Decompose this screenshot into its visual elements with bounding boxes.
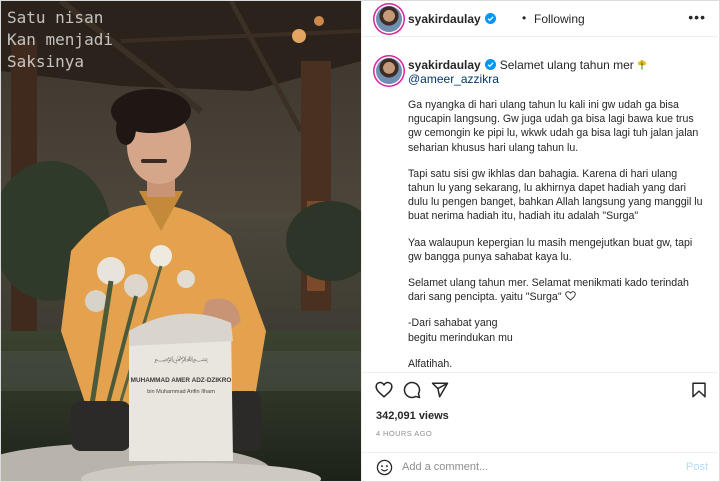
heart-icon	[375, 381, 393, 398]
comment-button[interactable]	[403, 381, 421, 399]
verified-icon	[484, 13, 496, 24]
bookmark-icon	[692, 382, 706, 398]
caption-header: syakirdaulay Selamet ulang tahun mer	[408, 58, 647, 72]
caption-paragraph: Alfatihah.	[408, 357, 453, 370]
heart-outline-icon	[564, 291, 576, 301]
post-photo[interactable]: ﷽ Satu nisan Kan menjadi Saksinya MUHAMM…	[1, 1, 361, 481]
header-username-text[interactable]: syakirdaulay	[408, 12, 481, 26]
instagram-post-modal: ﷽ Satu nisan Kan menjadi Saksinya MUHAMM…	[0, 0, 720, 482]
caption-paragraph: Yaa walaupun kepergian lu masih mengejut…	[408, 236, 693, 263]
post-button[interactable]: Post	[686, 461, 708, 473]
caption-paragraph: Selamet ulang tahun mer. Selamat menikma…	[408, 276, 706, 304]
svg-text:﷽: ﷽	[154, 355, 208, 364]
emoji-icon[interactable]	[376, 459, 393, 476]
caption-paragraph: Tapi satu sisi gw ikhlas dan bahagia. Ka…	[408, 167, 703, 223]
caption-paragraph-text: Selamet ulang tahun mer. Selamat menikma…	[408, 277, 689, 304]
photo-overlay-text: Satu nisan Kan menjadi Saksinya	[7, 8, 113, 71]
comment-icon	[403, 381, 421, 399]
comment-bar: Post	[362, 452, 720, 481]
caption-paragraph: -Dari sahabat yang begitu merindukan mu	[408, 317, 513, 344]
share-icon	[431, 382, 449, 398]
verified-icon	[484, 59, 496, 70]
flower-emoji-icon	[637, 60, 646, 70]
caption-first-line: Selamet ulang tahun mer	[499, 58, 634, 72]
mention-link[interactable]: @ameer_azzikra	[408, 72, 499, 86]
gravestone: ﷽	[129, 313, 233, 461]
like-button[interactable]	[375, 381, 393, 399]
caption-paragraph: Ga nyangka di hari ulang tahun lu kali i…	[408, 99, 699, 154]
more-icon[interactable]: •••	[688, 9, 706, 25]
caption-body: Ga nyangka di hari ulang tahun lu kali i…	[408, 98, 706, 372]
header-username[interactable]: syakirdaulay	[408, 12, 496, 26]
views-count[interactable]: 342,091 views	[376, 410, 449, 422]
comment-input[interactable]	[402, 458, 672, 476]
caption-username[interactable]: syakirdaulay	[408, 58, 481, 72]
following-button[interactable]: Following	[534, 12, 585, 26]
post-timestamp[interactable]: 4 HOURS AGO	[376, 429, 432, 438]
post-side-panel: syakirdaulay • Following ••• syakirdaula…	[361, 1, 720, 481]
save-button[interactable]	[690, 381, 708, 399]
caption-area: syakirdaulay Selamet ulang tahun mer @ame…	[362, 38, 720, 373]
action-bar	[362, 373, 720, 405]
share-button[interactable]	[431, 381, 449, 399]
caption-avatar[interactable]	[376, 58, 402, 84]
post-header: syakirdaulay • Following •••	[362, 1, 720, 37]
header-separator: •	[522, 11, 527, 25]
avatar[interactable]	[376, 6, 402, 32]
photo-illustration: ﷽	[1, 1, 361, 481]
